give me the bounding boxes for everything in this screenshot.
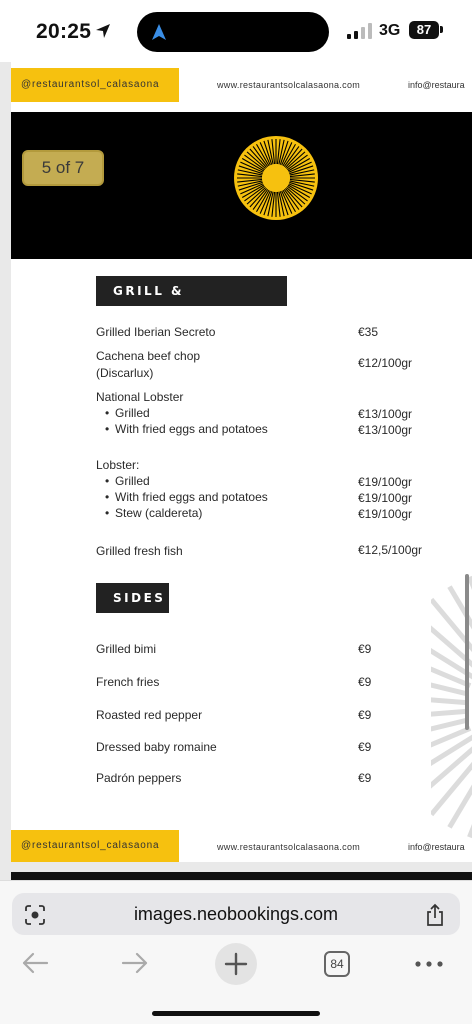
back-arrow-icon[interactable] xyxy=(15,943,55,983)
sun-logo-icon xyxy=(234,136,318,220)
menu-item-price: €9 xyxy=(358,708,372,722)
menu-item-price: €9 xyxy=(358,675,372,689)
page-indicator: 5 of 7 xyxy=(22,150,104,186)
navigation-arrow-icon xyxy=(152,24,166,40)
more-options-icon[interactable] xyxy=(414,961,444,967)
menu-subitem-price: €13/100gr xyxy=(358,407,413,421)
browser-toolbar: images.neobookings.com 84 xyxy=(0,880,472,1024)
signal-strength-icon xyxy=(347,23,373,39)
battery-icon: 87 xyxy=(409,21,439,39)
menu-item-name: Cachena beef chop xyxy=(96,349,201,363)
menu-item-price: €12,5/100gr xyxy=(358,543,423,557)
page-header: @restaurantsol_calasaona www.restaurants… xyxy=(11,68,472,108)
plus-icon xyxy=(224,952,248,976)
menu-subitem-name: Grilled xyxy=(115,474,150,488)
menu-subitem-name: With fried eggs and potatoes xyxy=(115,422,268,436)
bullet-icon: • xyxy=(105,474,110,488)
address-bar[interactable]: images.neobookings.com xyxy=(12,893,460,935)
bullet-icon: • xyxy=(105,422,110,436)
network-type: 3G xyxy=(379,22,401,39)
new-tab-button[interactable] xyxy=(215,943,257,985)
menu-item-price: €12/100gr xyxy=(358,356,413,370)
menu-subitem-price: €19/100gr xyxy=(358,491,413,505)
menu-subitem-name: Stew (caldereta) xyxy=(115,506,203,520)
menu-item-name: Roasted red pepper xyxy=(96,708,203,722)
menu-item-name: Padrón peppers xyxy=(96,771,182,785)
menu-item-name-cont: (Discarlux) xyxy=(96,366,154,380)
menu-item-price: €9 xyxy=(358,642,372,656)
google-lens-icon[interactable] xyxy=(24,904,46,926)
document-viewer[interactable]: 5 of 7 @restaurantsol_calasaona www.rest… xyxy=(0,62,472,880)
menu-item-name: Grilled fresh fish xyxy=(96,544,183,558)
home-indicator xyxy=(152,1011,320,1016)
menu-item-price: €9 xyxy=(358,771,372,785)
forward-arrow-icon[interactable] xyxy=(115,943,155,983)
menu-subitem-name: Grilled xyxy=(115,406,150,420)
section-title-grill: GRILL & TRADITION xyxy=(96,276,287,328)
bullet-icon: • xyxy=(105,406,110,420)
menu-item-name: National Lobster xyxy=(96,390,184,404)
email-link[interactable]: info@restaura xyxy=(408,842,465,852)
instagram-handle: @restaurantsol_calasaona xyxy=(11,830,179,862)
section-title-sides: SIDES xyxy=(96,583,169,613)
menu-item-price: €35 xyxy=(358,325,379,339)
scrollbar-thumb[interactable] xyxy=(465,574,469,730)
tabs-button[interactable]: 84 xyxy=(324,951,350,977)
dynamic-island xyxy=(137,12,329,52)
url-text[interactable]: images.neobookings.com xyxy=(12,893,460,935)
website-link[interactable]: www.restaurantsolcalasaona.com xyxy=(217,80,360,90)
email-link[interactable]: info@restaura xyxy=(408,80,465,90)
menu-item-name: French fries xyxy=(96,675,160,689)
menu-item-price: €9 xyxy=(358,740,372,754)
instagram-handle: @restaurantsol_calasaona xyxy=(11,68,179,102)
menu-item-name: Lobster: xyxy=(96,458,140,472)
bullet-icon: • xyxy=(105,490,110,504)
status-bar: 20:25 3G 87 xyxy=(0,0,472,62)
menu-item-name: Dressed baby romaine xyxy=(96,740,217,754)
location-arrow-icon xyxy=(96,24,110,38)
menu-subitem-price: €19/100gr xyxy=(358,475,413,489)
menu-item-name: Grilled bimi xyxy=(96,642,157,656)
share-icon[interactable] xyxy=(424,903,446,927)
next-page-edge xyxy=(11,872,472,880)
page-footer: @restaurantsol_calasaona www.restaurants… xyxy=(11,830,472,862)
menu-subitem-price: €19/100gr xyxy=(358,507,413,521)
menu-subitem-price: €13/100gr xyxy=(358,423,413,437)
menu-item-name: Grilled Iberian Secreto xyxy=(96,325,216,339)
menu-subitem-name: With fried eggs and potatoes xyxy=(115,490,268,504)
status-time: 20:25 xyxy=(36,20,92,43)
browser-nav-row: 84 xyxy=(0,943,472,985)
battery-tip xyxy=(440,26,443,33)
website-link[interactable]: www.restaurantsolcalasaona.com xyxy=(217,842,360,852)
bullet-icon: • xyxy=(105,506,110,520)
